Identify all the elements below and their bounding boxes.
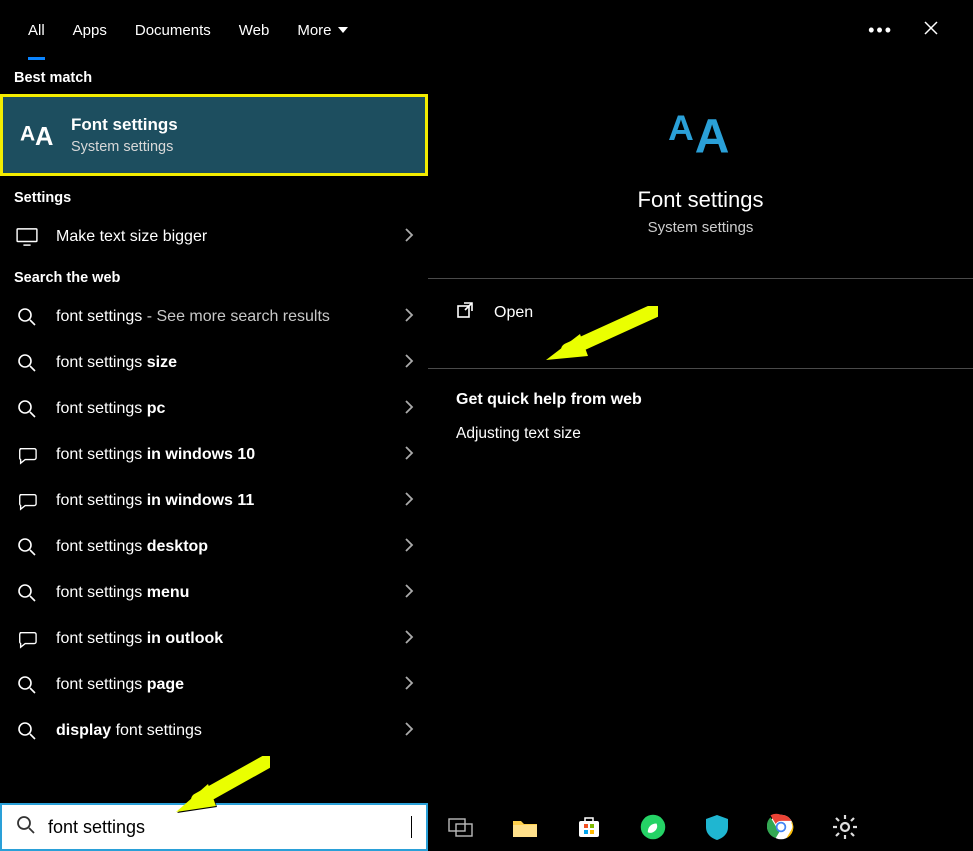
microsoft-store-icon[interactable] (574, 812, 604, 842)
web-result-label: font settings pc (56, 400, 388, 418)
more-options-icon[interactable]: ••• (868, 20, 893, 41)
section-search-web: Search the web (0, 260, 428, 294)
web-result[interactable]: display font settings (0, 708, 428, 754)
chat-icon (14, 491, 40, 511)
shield-icon[interactable] (702, 812, 732, 842)
search-icon (16, 815, 36, 840)
web-result-label: display font settings (56, 722, 388, 740)
web-result-label: font settings menu (56, 584, 388, 602)
search-icon (14, 307, 40, 327)
svg-text:A: A (20, 122, 35, 145)
chevron-right-icon (404, 538, 414, 557)
search-icon (14, 721, 40, 741)
web-result[interactable]: font settings size (0, 340, 428, 386)
web-result[interactable]: font settings in windows 10 (0, 432, 428, 478)
chevron-right-icon (404, 630, 414, 649)
open-label: Open (494, 304, 533, 322)
section-best-match: Best match (0, 60, 428, 94)
open-action[interactable]: Open (428, 279, 973, 346)
search-icon (14, 675, 40, 695)
chevron-right-icon (404, 676, 414, 695)
chevron-right-icon (404, 722, 414, 741)
search-box[interactable] (0, 803, 428, 851)
chevron-right-icon (404, 228, 414, 247)
chevron-right-icon (404, 308, 414, 327)
search-filter-tabs: All Apps Documents Web More ••• (0, 0, 973, 60)
caret-down-icon (338, 27, 348, 33)
tab-more[interactable]: More (283, 0, 361, 60)
tab-apps[interactable]: Apps (59, 0, 121, 60)
best-match-title: Font settings (71, 115, 178, 135)
chat-icon (14, 629, 40, 649)
web-result[interactable]: font settings desktop (0, 524, 428, 570)
web-result[interactable]: font settings menu (0, 570, 428, 616)
svg-text:A: A (668, 108, 694, 148)
task-view-icon[interactable] (446, 812, 476, 842)
web-result-label: font settings - See more search results (56, 308, 388, 326)
settings-gear-icon[interactable] (830, 812, 860, 842)
preview-subtitle: System settings (428, 219, 973, 236)
web-result-label: font settings desktop (56, 538, 388, 556)
web-result[interactable]: font settings in outlook (0, 616, 428, 662)
results-panel: Best match A A Font settings System sett… (0, 60, 428, 851)
web-result[interactable]: font settings in windows 11 (0, 478, 428, 524)
chevron-right-icon (404, 584, 414, 603)
tab-all[interactable]: All (14, 0, 59, 60)
web-result-label: font settings in outlook (56, 630, 388, 648)
best-match-subtitle: System settings (71, 139, 178, 155)
whatsapp-icon[interactable] (638, 812, 668, 842)
preview-title: Font settings (428, 187, 973, 213)
quick-help-header: Get quick help from web (428, 369, 973, 417)
web-result-label: font settings size (56, 354, 388, 372)
chevron-right-icon (404, 400, 414, 419)
search-input[interactable] (48, 817, 409, 838)
best-match-result[interactable]: A A Font settings System settings (0, 94, 428, 176)
search-icon (14, 399, 40, 419)
chat-icon (14, 445, 40, 465)
web-result[interactable]: font settings page (0, 662, 428, 708)
settings-result-label: Make text size bigger (56, 228, 388, 246)
preview-panel: A A Font settings System settings Open G… (428, 60, 973, 851)
settings-result[interactable]: Make text size bigger (0, 214, 428, 260)
chevron-right-icon (404, 492, 414, 511)
search-icon (14, 353, 40, 373)
chevron-right-icon (404, 354, 414, 373)
open-external-icon (456, 301, 474, 324)
font-aa-large-icon: A A (428, 100, 973, 169)
web-result-label: font settings in windows 11 (56, 492, 388, 510)
monitor-icon (14, 228, 40, 246)
chevron-right-icon (404, 446, 414, 465)
close-icon[interactable] (923, 20, 939, 41)
svg-text:A: A (35, 123, 53, 149)
quick-help-item[interactable]: Adjusting text size (428, 417, 973, 451)
web-result[interactable]: font settings - See more search results (0, 294, 428, 340)
web-result-label: font settings in windows 10 (56, 446, 388, 464)
chrome-icon[interactable] (766, 812, 796, 842)
tab-documents[interactable]: Documents (121, 0, 225, 60)
font-aa-icon: A A (17, 117, 57, 154)
web-result-label: font settings page (56, 676, 388, 694)
text-cursor (411, 816, 412, 838)
tab-web[interactable]: Web (225, 0, 284, 60)
search-icon (14, 537, 40, 557)
search-icon (14, 583, 40, 603)
taskbar (428, 803, 973, 851)
web-result[interactable]: font settings pc (0, 386, 428, 432)
svg-text:A: A (694, 110, 729, 163)
file-explorer-icon[interactable] (510, 812, 540, 842)
tab-more-label: More (297, 22, 331, 39)
section-settings: Settings (0, 180, 428, 214)
